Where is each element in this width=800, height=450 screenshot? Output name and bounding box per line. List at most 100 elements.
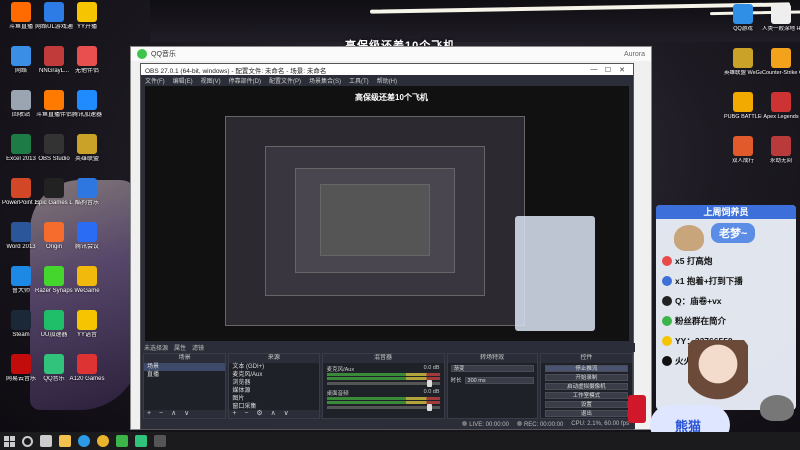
scene-item[interactable]: 场景 xyxy=(144,363,226,371)
menu-profile[interactable]: 配置文件(P) xyxy=(269,76,301,85)
app-icon xyxy=(44,134,64,154)
transition-type-select[interactable]: 渐变 xyxy=(450,365,534,372)
desktop-icon[interactable]: 酷狗音乐 xyxy=(68,178,106,207)
desktop-icon-label: 英雄联盟 WeGame xyxy=(724,70,762,76)
desktop-icon[interactable]: A120 Games xyxy=(68,354,106,383)
app-icon xyxy=(771,136,791,156)
desktop-icon[interactable]: 腾讯会议 xyxy=(68,222,106,251)
wheel-icon xyxy=(662,276,672,286)
desktop-icon[interactable]: 双人成行 xyxy=(724,136,762,165)
stream-top-banner xyxy=(150,0,800,42)
desktop-icon[interactable]: QQ游戏 xyxy=(724,4,762,33)
start-recording-button[interactable]: 开始录制 xyxy=(544,374,629,381)
volume-slider[interactable] xyxy=(326,380,440,387)
desktop-icon[interactable]: 无他伴侣 xyxy=(68,46,106,75)
menu-file[interactable]: 文件(F) xyxy=(145,76,165,85)
app-icon xyxy=(733,4,753,24)
maximize-icon[interactable]: ☐ xyxy=(601,66,615,74)
chrome-icon[interactable] xyxy=(97,435,109,447)
duration-input[interactable]: 300 ms xyxy=(464,376,534,384)
desktop-icon-label: 英雄联盟 xyxy=(74,156,99,162)
menu-docks[interactable]: 停靠部件(D) xyxy=(229,76,261,85)
obs-titlebar[interactable]: OBS 27.0.1 (64-bit, windows) - 配置文件: 未命名… xyxy=(141,64,633,75)
file-explorer-icon[interactable] xyxy=(59,435,71,447)
start-virtual-camera-button[interactable]: 启动虚拟摄像机 xyxy=(544,383,629,390)
windows-taskbar xyxy=(0,432,800,450)
obs-preview-canvas[interactable]: 高保级还差10个飞机 xyxy=(145,86,629,341)
desktop-icon[interactable]: PUBG BATTLEGR... xyxy=(724,92,762,121)
desktop-icon-label: QQ游戏 xyxy=(733,26,753,32)
desktop-icon[interactable]: WeGame xyxy=(68,266,106,295)
scenes-footer-controls[interactable]: + − ∧ ∨ xyxy=(144,410,226,418)
mixer-channel-name: 桌面音频 0.0 dB xyxy=(326,389,440,397)
source-item[interactable]: 媒体源 xyxy=(229,387,318,395)
audio-mixer-dock: 混音器 麦克风/Aux 0.0 dB 桌面音频 0.0 dB xyxy=(321,353,445,419)
obs-menubar: 文件(F) 编辑(E) 视图(V) 停靠部件(D) 配置文件(P) 场景集合(S… xyxy=(141,75,633,85)
yy-icon xyxy=(662,336,672,346)
desktop-icon-label: 永劫无间 xyxy=(769,158,792,164)
scenes-dock-title: 场景 xyxy=(144,354,226,363)
sources-footer-controls[interactable]: + − ⚙ ∧ ∨ xyxy=(229,410,319,418)
settings-button[interactable]: 设置 xyxy=(544,401,629,408)
mixer-channel: 麦克风/Aux 0.0 dB xyxy=(323,363,444,387)
desktop-icon[interactable]: 英雄联盟 xyxy=(68,134,106,163)
rocket-icon xyxy=(662,256,672,266)
qq-music-titlebar[interactable]: QQ音乐 Aurora xyxy=(131,47,651,61)
filters-button[interactable]: 滤镜 xyxy=(192,343,204,352)
properties-button[interactable]: 属性 xyxy=(174,343,186,352)
desktop-icon-label: YY开播 xyxy=(76,24,97,30)
sources-dock-title: 来源 xyxy=(229,354,319,363)
task-view-icon[interactable] xyxy=(40,435,52,447)
menu-view[interactable]: 视图(V) xyxy=(201,76,221,85)
app-icon xyxy=(733,48,753,68)
app-icon xyxy=(11,310,31,330)
source-item[interactable]: 浏览器 xyxy=(229,379,318,387)
search-icon[interactable] xyxy=(22,435,33,447)
menu-help[interactable]: 帮助(H) xyxy=(377,76,397,85)
desktop-icon[interactable]: Counter-Strike Global Off... xyxy=(762,48,800,77)
edge-icon[interactable] xyxy=(78,435,90,447)
app-icon xyxy=(77,310,97,330)
menu-scene-collection[interactable]: 场景集合(S) xyxy=(309,76,341,85)
source-item[interactable]: 麦克风/Aux xyxy=(229,371,318,379)
minimize-icon[interactable]: — xyxy=(587,66,601,73)
app-icon xyxy=(77,178,97,198)
app-icon xyxy=(77,46,97,66)
app-icon xyxy=(11,46,31,66)
desktop-icon[interactable]: 永劫无间 xyxy=(762,136,800,165)
desktop-icon-label: PUBG BATTLEGR... xyxy=(724,114,762,120)
qq-music-icon[interactable] xyxy=(135,435,147,447)
cpu-fps-status: CPU: 2.1%, 60.00 fps xyxy=(571,421,629,427)
wechat-icon xyxy=(662,316,672,326)
obs-window[interactable]: OBS 27.0.1 (64-bit, windows) - 配置文件: 未命名… xyxy=(140,63,635,430)
overlay-card-title: 上周饲养员 xyxy=(656,205,796,219)
stop-streaming-button[interactable]: 停止推流 xyxy=(544,365,629,372)
desktop-icon[interactable]: YY语音 xyxy=(68,310,106,339)
overlay-info-row: x1 抱着+打到下播 xyxy=(662,275,743,287)
app-icon xyxy=(44,46,64,66)
desktop-icon[interactable]: YY开播 xyxy=(68,2,106,31)
scene-item[interactable]: 直播 xyxy=(144,371,225,379)
app-icon xyxy=(11,266,31,286)
volume-meter xyxy=(326,373,440,376)
obs-icon[interactable] xyxy=(154,435,166,447)
wechat-icon[interactable] xyxy=(116,435,128,447)
desktop-icon[interactable]: 腾讯加速器 xyxy=(68,90,106,119)
close-icon[interactable]: ✕ xyxy=(615,66,629,74)
app-icon xyxy=(11,90,31,110)
live-status: LIVE: 00:00:00 xyxy=(462,420,509,428)
windows-start-icon[interactable] xyxy=(4,435,15,447)
volume-slider[interactable] xyxy=(326,404,440,411)
menu-tools[interactable]: 工具(T) xyxy=(349,76,369,85)
source-item[interactable]: 图片 xyxy=(229,395,318,403)
desktop-icon-label: 酷狗音乐 xyxy=(74,200,99,206)
studio-mode-button[interactable]: 工作室模式 xyxy=(544,392,629,399)
qq-music-user[interactable]: Aurora xyxy=(624,51,645,58)
desktop-icon[interactable]: 人类一败涂地 Human Fall Flat xyxy=(762,4,800,33)
menu-edit[interactable]: 编辑(E) xyxy=(173,76,193,85)
exit-button[interactable]: 退出 xyxy=(544,410,629,417)
source-item[interactable]: 文本 (GDI+) xyxy=(229,363,318,371)
sources-dock: 来源 文本 (GDI+) 麦克风/Aux 浏览器 媒体源 图片 窗口采集 + −… xyxy=(228,353,320,419)
desktop-icon[interactable]: Apex Legends xyxy=(762,92,800,121)
desktop-icon[interactable]: 英雄联盟 WeGame xyxy=(724,48,762,77)
